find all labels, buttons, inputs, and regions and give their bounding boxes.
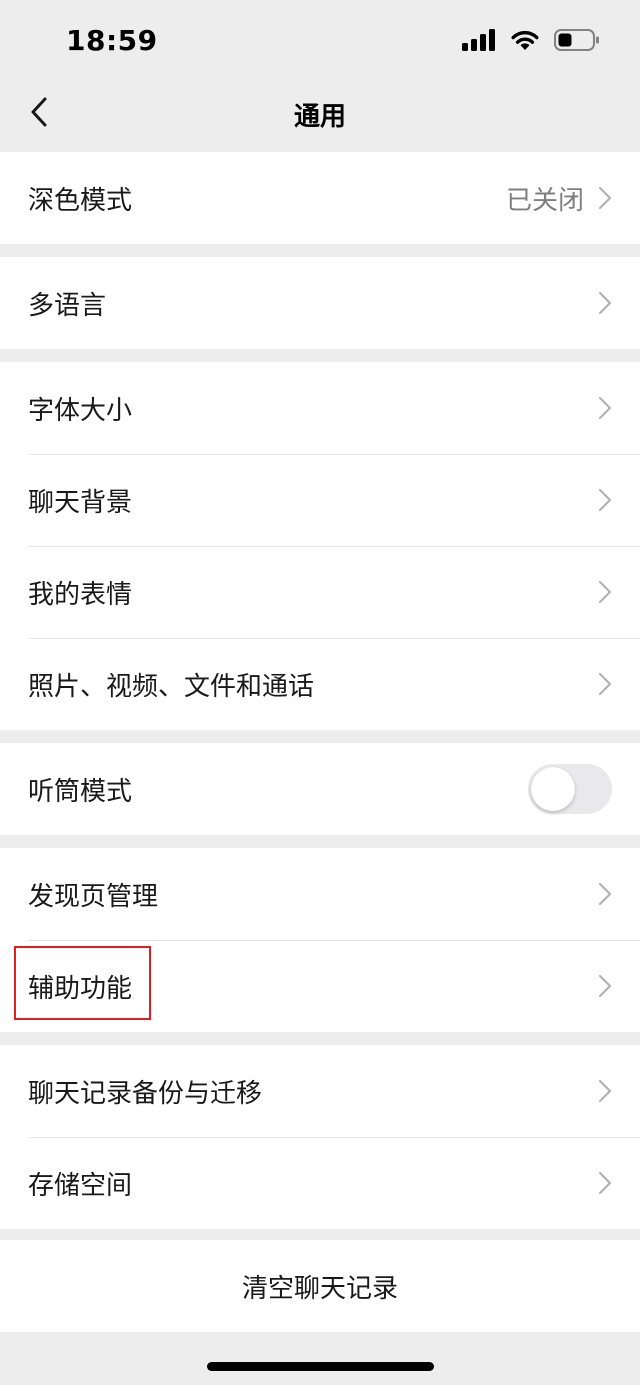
- chevron-right-icon: [598, 291, 612, 315]
- settings-group-display: 深色模式 已关闭: [0, 152, 640, 244]
- status-icons: [462, 28, 600, 56]
- settings-group-earpiece: 听筒模式: [0, 743, 640, 835]
- setting-row-discover-management[interactable]: 发现页管理: [0, 848, 640, 940]
- chevron-right-icon: [598, 882, 612, 906]
- setting-label: 多语言: [28, 290, 107, 321]
- highlight-box: [14, 946, 151, 1020]
- chevron-right-icon: [598, 974, 612, 998]
- nav-bar: 通用: [0, 80, 640, 150]
- setting-row-earpiece-mode: 听筒模式: [0, 743, 640, 835]
- earpiece-mode-toggle[interactable]: [528, 764, 612, 814]
- chevron-right-icon: [598, 1079, 612, 1103]
- clear-chat-history-button[interactable]: 清空聊天记录: [0, 1240, 640, 1332]
- setting-row-my-stickers[interactable]: 我的表情: [0, 546, 640, 638]
- setting-label: 听筒模式: [28, 776, 133, 807]
- setting-label: 发现页管理: [28, 881, 159, 912]
- clear-chat-history-label: 清空聊天记录: [241, 1273, 398, 1304]
- chevron-right-icon: [598, 488, 612, 512]
- setting-label: 存储空间: [28, 1170, 133, 1201]
- home-indicator: [207, 1362, 434, 1371]
- setting-row-font-size[interactable]: 字体大小: [0, 362, 640, 454]
- setting-row-storage[interactable]: 存储空间: [0, 1137, 640, 1229]
- page-title: 通用: [293, 102, 346, 132]
- setting-row-dark-mode[interactable]: 深色模式 已关闭: [0, 152, 640, 244]
- cellular-signal-icon: [462, 29, 496, 55]
- settings-group-language: 多语言: [0, 257, 640, 349]
- setting-label: 我的表情: [28, 579, 133, 610]
- setting-label: 照片、视频、文件和通话: [28, 671, 315, 702]
- chevron-right-icon: [598, 1171, 612, 1195]
- chevron-right-icon: [598, 580, 612, 604]
- setting-label: 聊天背景: [28, 487, 133, 518]
- setting-row-media-calls[interactable]: 照片、视频、文件和通话: [0, 638, 640, 730]
- toggle-knob: [531, 767, 575, 811]
- wifi-icon: [510, 29, 540, 55]
- setting-row-chat-backup-migration[interactable]: 聊天记录备份与迁移: [0, 1045, 640, 1137]
- setting-value: 已关闭: [505, 185, 584, 216]
- status-time: 18:59: [66, 24, 158, 57]
- setting-label: 字体大小: [28, 395, 133, 426]
- status-bar: 18:59: [0, 0, 640, 80]
- battery-icon: [554, 28, 600, 56]
- setting-label: 聊天记录备份与迁移: [28, 1078, 263, 1109]
- chevron-right-icon: [598, 672, 612, 696]
- settings-group-storage: 聊天记录备份与迁移 存储空间: [0, 1045, 640, 1229]
- setting-row-language[interactable]: 多语言: [0, 257, 640, 349]
- setting-label: 深色模式: [28, 185, 133, 216]
- setting-row-chat-background[interactable]: 聊天背景: [0, 454, 640, 546]
- chevron-right-icon: [598, 186, 612, 210]
- chevron-right-icon: [598, 396, 612, 420]
- settings-group-chat: 字体大小 聊天背景 我的表情 照片、视频、文件和通话: [0, 362, 640, 730]
